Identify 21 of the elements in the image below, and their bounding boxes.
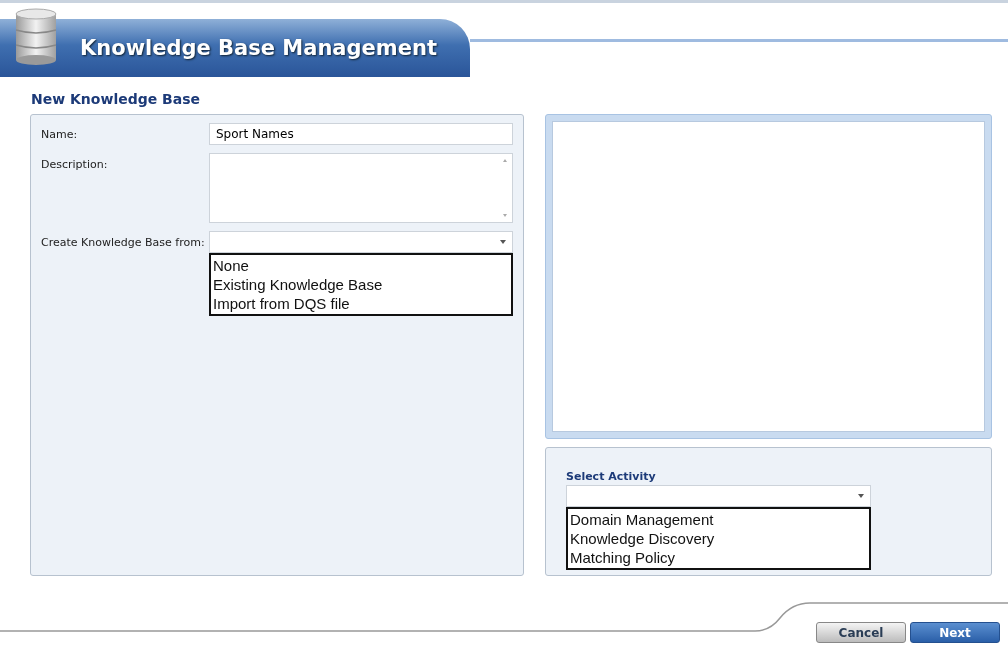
source-dropdown[interactable]	[209, 231, 513, 253]
dropdown-option[interactable]: Import from DQS file	[213, 294, 509, 313]
field-label: Name:	[41, 127, 79, 141]
header-title: Knowledge Base Management	[80, 36, 437, 60]
dropdown-option[interactable]: Existing Knowledge Base	[213, 275, 509, 294]
name-field[interactable]: Sport Names	[209, 123, 513, 145]
dropdown-option[interactable]: Knowledge Discovery	[570, 529, 867, 548]
section-title: New Knowledge Base	[31, 91, 202, 107]
dropdown-option[interactable]: Matching Policy	[570, 548, 867, 567]
activity-dropdown[interactable]	[566, 485, 871, 507]
database-icon	[14, 8, 58, 66]
dropdown-option[interactable]: None	[213, 256, 509, 275]
field-label: Create Knowledge Base from:	[41, 235, 206, 249]
cancel-button[interactable]: Cancel	[816, 622, 906, 643]
description-field[interactable]	[209, 153, 513, 223]
next-button[interactable]: Next	[910, 622, 1000, 643]
dropdown-arrow-icon	[500, 240, 506, 244]
activity-label: Select Activity	[566, 470, 657, 483]
dropdown-option[interactable]: Domain Management	[570, 510, 867, 529]
field-label: Description:	[41, 157, 109, 171]
dropdown-arrow-icon	[858, 494, 864, 498]
